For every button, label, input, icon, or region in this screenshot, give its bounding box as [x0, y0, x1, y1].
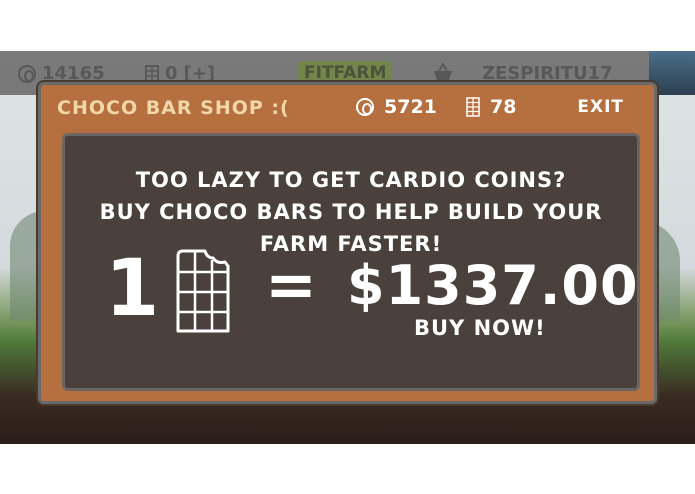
hud-coins-value: 14165	[42, 63, 105, 84]
shop-coins: 5721	[356, 96, 437, 118]
shop-title: CHOCO BAR SHOP :(	[57, 97, 290, 119]
basket-button[interactable]	[432, 63, 454, 81]
hud-coins: 14165	[18, 63, 105, 84]
basket-icon	[434, 63, 452, 80]
hud-add-button[interactable]: [+]	[184, 63, 216, 84]
choco-bar-icon	[466, 97, 480, 117]
choco-bar-shop-dialog: CHOCO BAR SHOP :( 5721 78 EXIT TOO LAZY …	[38, 82, 657, 404]
hud-bars[interactable]: 0 [+]	[145, 63, 215, 84]
equals-sign: =	[265, 248, 317, 321]
offer-quantity: 1	[105, 244, 160, 334]
offer-price: $1337.00	[347, 254, 639, 317]
shop-coins-value: 5721	[384, 96, 437, 118]
shop-bars-value: 78	[490, 96, 517, 118]
exit-button[interactable]: EXIT	[577, 97, 624, 117]
shop-offer-panel: TOO LAZY TO GET CARDIO COINS? BUY CHOCO …	[62, 133, 640, 391]
choco-bar-icon	[176, 249, 230, 333]
choco-bar-icon	[145, 64, 159, 83]
message-line: TOO LAZY TO GET CARDIO COINS?	[135, 168, 567, 192]
message-line: BUY CHOCO BARS TO HELP BUILD YOUR	[99, 200, 603, 224]
game-viewport: 14165 0 [+] FITFARM ZESPIRITU17 CHOCO BA…	[0, 51, 695, 444]
shop-bars: 78	[466, 96, 516, 118]
coin-icon	[18, 64, 36, 83]
hud-username: ZESPIRITU17	[482, 63, 613, 84]
hud-bars-value: 0	[165, 63, 178, 84]
buy-now-button[interactable]: BUY NOW!	[414, 316, 546, 340]
coin-icon	[356, 98, 374, 116]
